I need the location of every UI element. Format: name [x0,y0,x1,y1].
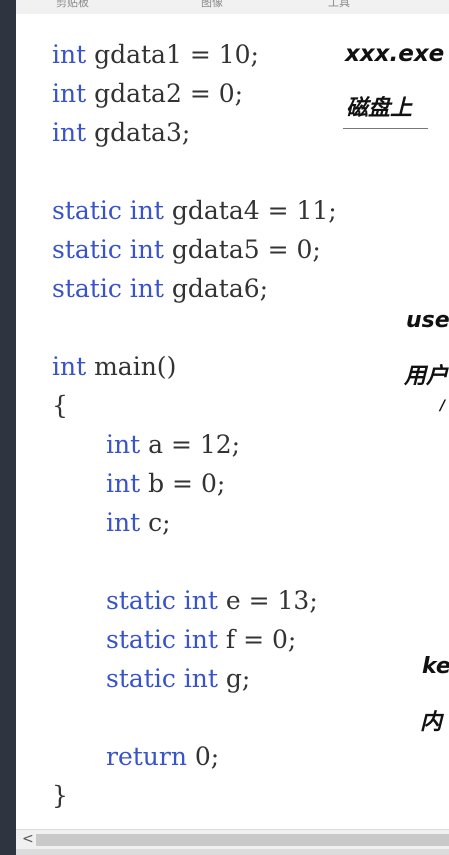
code-line: int c; [106,508,171,537]
code-line: int b = 0; [106,469,226,498]
annotation-disk: 磁盘上 [346,96,413,121]
annotation-user-cn: 用户 [404,364,449,389]
code-line: static int f = 0; [106,625,297,654]
code-line: } [52,781,68,810]
status-strip [16,849,449,855]
code-line: int gdata2 = 0; [52,79,244,108]
annotation-user: use [406,308,449,333]
annotation-exe: xxx.exe [345,41,445,67]
scroll-left-icon[interactable]: < [22,831,34,847]
annotation-underline [343,128,428,129]
code-line: return 0; [106,742,220,771]
ribbon-item-clipboard[interactable]: 剪贴板 [56,0,89,10]
scroll-thumb[interactable] [36,834,449,846]
code-editor[interactable]: int gdata1 = 10; int gdata2 = 0; int gda… [16,14,449,829]
code-line: int gdata1 = 10; [52,40,259,69]
annotation-mark: / [440,398,446,414]
ribbon-item-tools[interactable]: 工具 [328,0,350,10]
ribbon-bar: 剪贴板 图像 工具 [16,0,449,15]
code-line: static int gdata6; [52,274,269,303]
code-line: int main() [52,352,177,381]
annotation-kernel: ke [422,654,449,679]
code-line: { [52,391,68,420]
horizontal-scrollbar[interactable]: < [16,829,449,850]
code-line: static int gdata4 = 11; [52,196,337,225]
annotation-kernel-cn: 内 [420,710,443,735]
code-line: static int e = 13; [106,586,318,615]
ribbon-item-image[interactable]: 图像 [201,0,223,10]
code-line: static int gdata5 = 0; [52,235,321,264]
left-gutter [0,0,16,855]
code-line: int a = 12; [106,430,241,459]
code-line: int gdata3; [52,118,191,147]
code-line: static int g; [106,664,251,693]
